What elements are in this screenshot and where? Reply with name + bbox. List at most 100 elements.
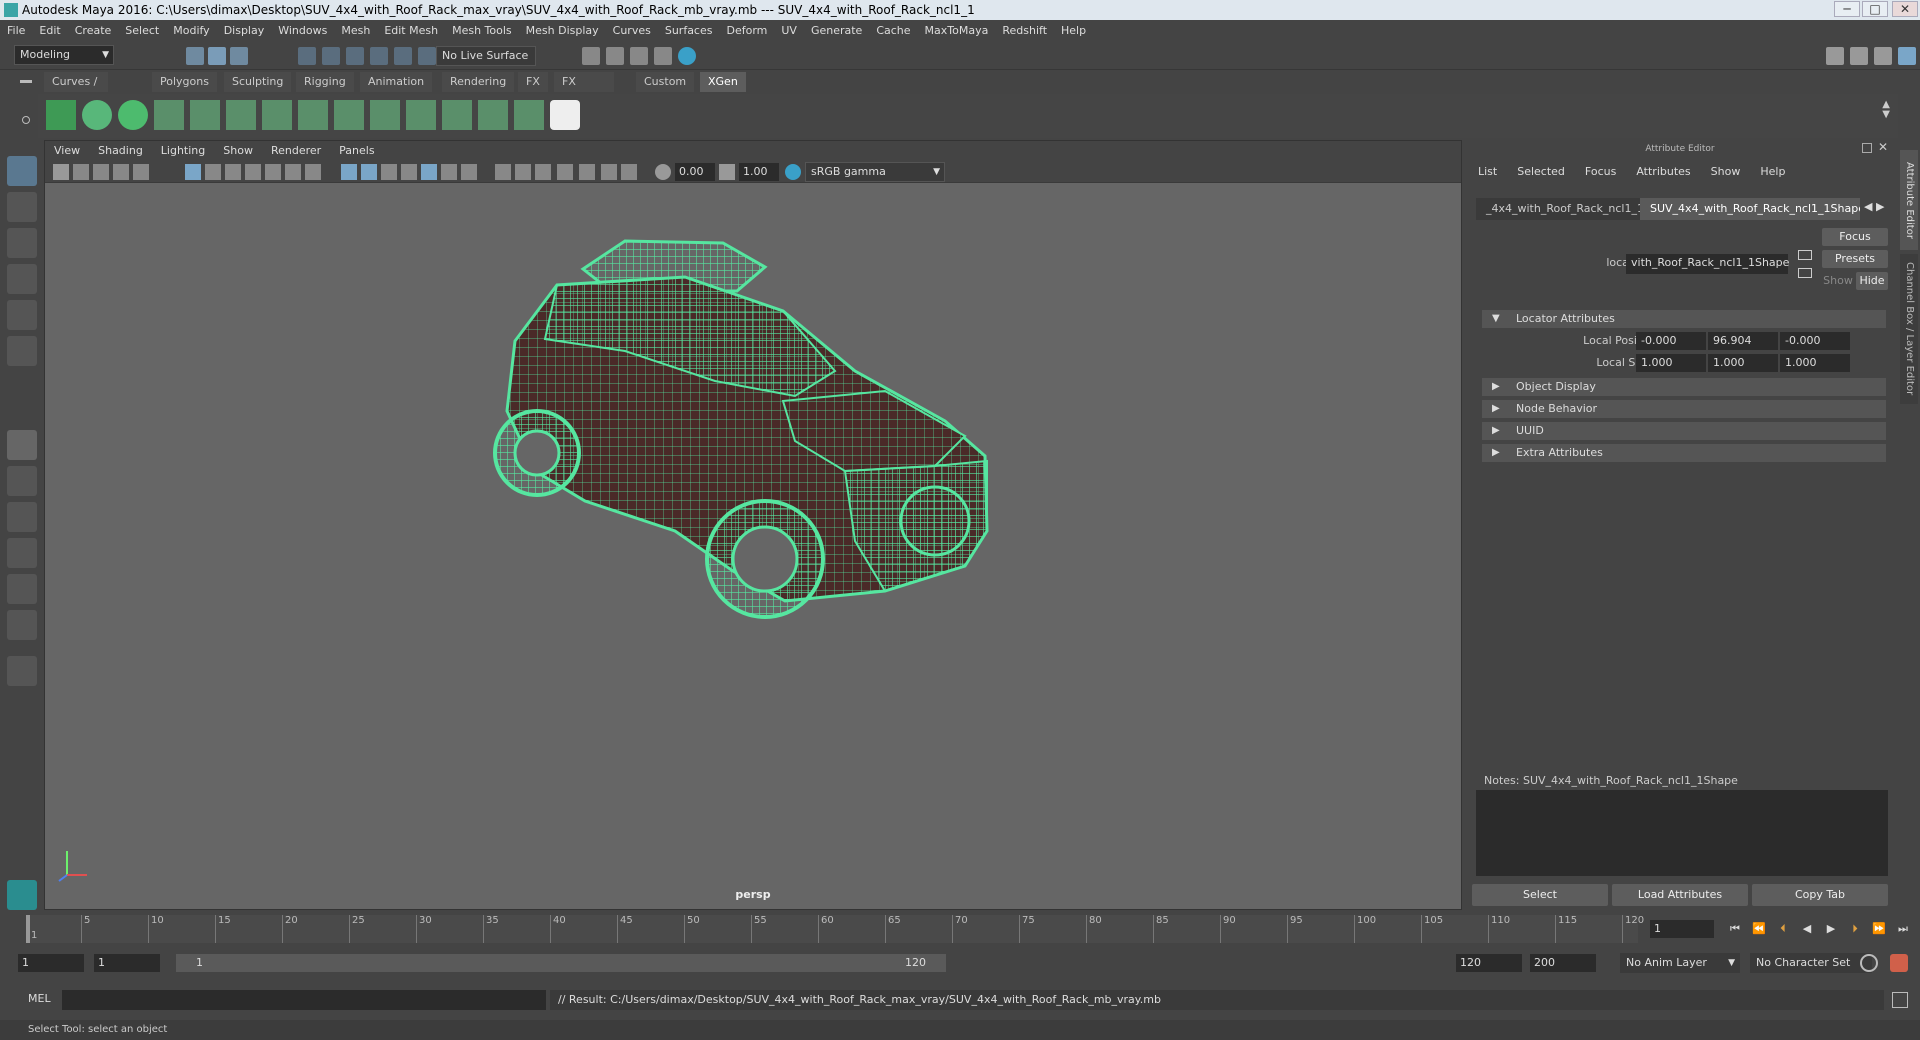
tab-animation[interactable]: Animation bbox=[360, 72, 433, 92]
tab-custom[interactable]: Custom bbox=[636, 72, 695, 92]
motion-blur-icon[interactable] bbox=[515, 164, 531, 180]
close-panel-icon[interactable]: ✕ bbox=[1878, 140, 1888, 154]
color-management-icon[interactable] bbox=[785, 164, 801, 180]
use-lights-icon[interactable] bbox=[441, 164, 457, 180]
shelf-settings-icon[interactable] bbox=[22, 116, 30, 124]
menu-curves[interactable]: Curves bbox=[606, 20, 658, 42]
image-plane-icon[interactable] bbox=[113, 164, 129, 180]
copy-tab-button[interactable]: Copy Tab bbox=[1752, 884, 1888, 906]
float-panel-icon[interactable] bbox=[1862, 143, 1872, 153]
tab-sculpting[interactable]: Sculpting bbox=[224, 72, 292, 92]
menu-maxtomaya[interactable]: MaxToMaya bbox=[918, 20, 996, 42]
go-to-output-icon[interactable] bbox=[1798, 268, 1812, 278]
xgen-editor-icon[interactable] bbox=[46, 100, 76, 130]
side-tab-attribute-editor[interactable]: Attribute Editor bbox=[1900, 150, 1918, 250]
menu-modify[interactable]: Modify bbox=[166, 20, 216, 42]
xgen-create-icon[interactable] bbox=[118, 100, 148, 130]
isolate-select-icon[interactable] bbox=[579, 164, 595, 180]
tab-polygons[interactable]: Polygons bbox=[152, 72, 217, 92]
ae-menu-focus[interactable]: Focus bbox=[1575, 162, 1626, 182]
snap-curve-icon[interactable] bbox=[322, 47, 340, 65]
shadows-icon[interactable] bbox=[461, 164, 477, 180]
current-frame-field[interactable]: 1 bbox=[1650, 920, 1714, 938]
camera-attrs-icon[interactable] bbox=[73, 164, 89, 180]
menu-mesh-tools[interactable]: Mesh Tools bbox=[445, 20, 519, 42]
mode-selector[interactable]: Modeling ▼ bbox=[14, 45, 114, 65]
local-scale-x[interactable]: 1.000 bbox=[1636, 354, 1706, 372]
xgen-delete-icon[interactable] bbox=[514, 100, 544, 130]
tab-rigging[interactable]: Rigging bbox=[296, 72, 354, 92]
snap-surface-icon[interactable] bbox=[394, 47, 412, 65]
play-forward-icon[interactable]: ▶ bbox=[1822, 920, 1840, 938]
character-set-dropdown[interactable]: No Character Set bbox=[1750, 953, 1872, 973]
menu-redshift[interactable]: Redshift bbox=[995, 20, 1054, 42]
menu-mesh[interactable]: Mesh bbox=[334, 20, 377, 42]
rotate-tool-icon[interactable] bbox=[7, 300, 37, 330]
minimize-button[interactable]: ─ bbox=[1834, 1, 1860, 17]
xgen-hex-icon[interactable] bbox=[550, 100, 580, 130]
single-pane-layout-icon[interactable] bbox=[7, 430, 37, 460]
snap-grid-icon[interactable] bbox=[298, 47, 316, 65]
field-chart-icon[interactable] bbox=[265, 164, 281, 180]
wireframe-on-shaded-icon[interactable] bbox=[381, 164, 397, 180]
xgen-freeze-icon[interactable] bbox=[298, 100, 328, 130]
menu-surfaces[interactable]: Surfaces bbox=[658, 20, 720, 42]
grid-icon[interactable] bbox=[185, 164, 201, 180]
close-button[interactable]: ✕ bbox=[1892, 1, 1918, 17]
vp-menu-shading[interactable]: Shading bbox=[89, 141, 152, 161]
script-editor-icon[interactable] bbox=[1892, 992, 1908, 1008]
smooth-shade-icon[interactable] bbox=[361, 164, 377, 180]
safe-action-icon[interactable] bbox=[285, 164, 301, 180]
exposure-field[interactable]: 0.00 bbox=[675, 163, 715, 181]
menu-file[interactable]: File bbox=[0, 20, 32, 42]
play-backward-icon[interactable]: ◀ bbox=[1798, 920, 1816, 938]
xgen-length-icon[interactable] bbox=[226, 100, 256, 130]
ae-menu-selected[interactable]: Selected bbox=[1507, 162, 1575, 182]
gamma-icon[interactable] bbox=[719, 164, 735, 180]
xray-active-icon[interactable] bbox=[621, 164, 637, 180]
camera-icon[interactable] bbox=[53, 164, 69, 180]
xgen-groom-icon[interactable] bbox=[154, 100, 184, 130]
script-language-label[interactable]: MEL bbox=[28, 992, 51, 1005]
menu-uv[interactable]: UV bbox=[774, 20, 804, 42]
select-object-icon[interactable] bbox=[208, 47, 226, 65]
menu-mesh-display[interactable]: Mesh Display bbox=[519, 20, 606, 42]
menu-select[interactable]: Select bbox=[118, 20, 166, 42]
toolbox-more-icon[interactable] bbox=[7, 656, 37, 686]
hypershade-layout-icon[interactable] bbox=[7, 610, 37, 640]
vp-menu-lighting[interactable]: Lighting bbox=[152, 141, 214, 161]
step-back-frame-icon[interactable]: ⏴ bbox=[1774, 920, 1792, 938]
go-to-start-icon[interactable]: ⏮ bbox=[1726, 920, 1744, 938]
gate-mask-icon[interactable] bbox=[245, 164, 261, 180]
local-scale-z[interactable]: 1.000 bbox=[1780, 354, 1850, 372]
preferences-icon[interactable] bbox=[1890, 954, 1908, 972]
section-locator-attributes[interactable]: ▼ Locator Attributes bbox=[1482, 310, 1886, 328]
step-forward-frame-icon[interactable]: ⏵ bbox=[1846, 920, 1864, 938]
menu-edit[interactable]: Edit bbox=[32, 20, 67, 42]
xray-icon[interactable] bbox=[421, 164, 437, 180]
viewport-panel[interactable]: View Shading Lighting Show Renderer Panels 0.… bbox=[44, 140, 1462, 910]
render-view-icon[interactable] bbox=[678, 47, 696, 65]
resolution-gate-icon[interactable] bbox=[225, 164, 241, 180]
xgen-width-icon[interactable] bbox=[478, 100, 508, 130]
select-tool-icon[interactable] bbox=[7, 156, 37, 186]
vp-menu-view[interactable]: View bbox=[45, 141, 89, 161]
vp-menu-show[interactable]: Show bbox=[214, 141, 262, 161]
render-settings-icon[interactable] bbox=[582, 47, 600, 65]
view-transform-dropdown[interactable]: sRGB gamma ▼ bbox=[805, 162, 945, 182]
tab-fx-caching[interactable]: FX Caching bbox=[554, 72, 615, 108]
two-pane-layout-icon[interactable] bbox=[7, 502, 37, 532]
outliner-layout-icon[interactable] bbox=[7, 538, 37, 568]
paint-select-icon[interactable] bbox=[7, 228, 37, 258]
menu-cache[interactable]: Cache bbox=[869, 20, 917, 42]
show-button[interactable]: Show bbox=[1822, 272, 1854, 290]
section-extra-attributes[interactable]: ▶ Extra Attributes bbox=[1482, 444, 1886, 462]
locator-name-field[interactable]: vith_Roof_Rack_ncl1_1Shape bbox=[1626, 254, 1789, 274]
xgen-layers-icon[interactable] bbox=[370, 100, 400, 130]
load-attributes-button[interactable]: Load Attributes bbox=[1612, 884, 1748, 906]
local-position-z[interactable]: -0.000 bbox=[1780, 332, 1850, 350]
time-ruler[interactable]: 1 5 10 15 20 25 30 35 40 45 50 55 60 65 … bbox=[26, 915, 1644, 943]
tab-fx[interactable]: FX bbox=[518, 72, 548, 92]
local-position-y[interactable]: 96.904 bbox=[1708, 332, 1778, 350]
local-position-x[interactable]: -0.000 bbox=[1636, 332, 1706, 350]
